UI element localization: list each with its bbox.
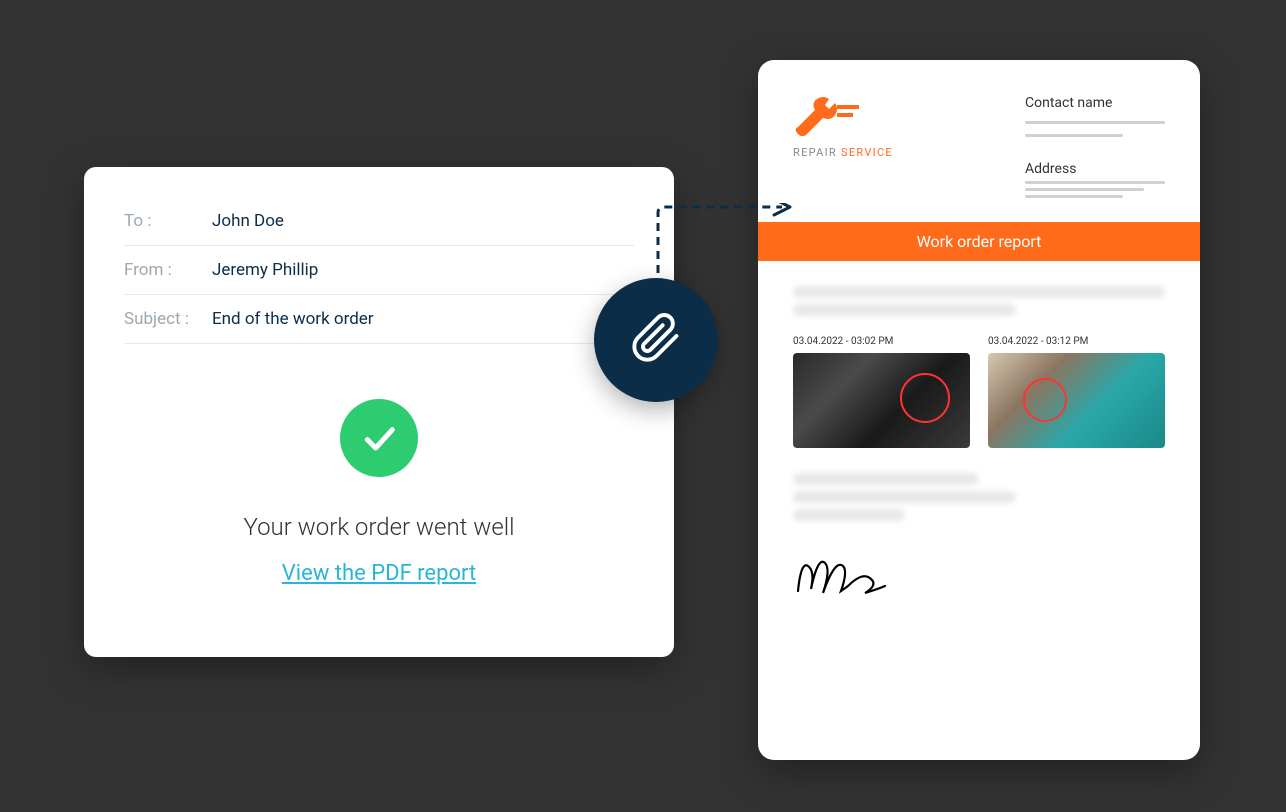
email-row-subject: Subject : End of the work order: [124, 295, 634, 344]
from-label: From :: [124, 260, 212, 280]
annotation-circle-icon: [900, 373, 950, 423]
email-row-to: To : John Doe: [124, 197, 634, 246]
engine-photo: [793, 353, 970, 448]
placeholder-line: [1025, 121, 1165, 124]
blurred-text: [793, 286, 1165, 298]
address-label: Address: [1025, 161, 1165, 177]
from-value: Jeremy Phillip: [212, 260, 318, 280]
logo-service: SERVICE: [837, 146, 893, 159]
logo-text: REPAIR SERVICE: [793, 146, 893, 159]
blurred-text: [793, 304, 1016, 316]
blurred-text: [793, 473, 979, 485]
signature-section: [793, 551, 1165, 605]
placeholder-line: [1025, 195, 1123, 198]
placeholder-line: [1025, 181, 1165, 184]
success-message: Your work order went well: [243, 513, 514, 541]
blurred-text: [793, 491, 1016, 503]
pump-photo: [988, 353, 1165, 448]
address-group: Address: [1025, 161, 1165, 202]
photo-timestamp-1: 03.04.2022 - 03:02 PM: [793, 336, 970, 347]
email-card: To : John Doe From : Jeremy Phillip Subj…: [84, 167, 674, 657]
to-value: John Doe: [212, 211, 284, 231]
success-check-icon: [340, 399, 418, 477]
blurred-text: [793, 509, 905, 521]
placeholder-line: [1025, 188, 1144, 191]
photos-section: 03.04.2022 - 03:02 PM 03.04.2022 - 03:12…: [793, 336, 1165, 448]
to-label: To :: [124, 211, 212, 231]
attachment-badge: [594, 278, 718, 402]
paperclip-icon: [630, 312, 682, 368]
report-card: REPAIR SERVICE Contact name Address Work…: [758, 60, 1200, 760]
logo-repair: REPAIR: [793, 146, 837, 159]
annotation-circle-icon: [1023, 378, 1067, 422]
photo-timestamp-2: 03.04.2022 - 03:12 PM: [988, 336, 1165, 347]
subject-label: Subject :: [124, 309, 212, 329]
report-header: REPAIR SERVICE Contact name Address: [758, 60, 1200, 222]
email-body: Your work order went well View the PDF r…: [124, 344, 634, 586]
email-row-from: From : Jeremy Phillip: [124, 246, 634, 295]
contact-name-label: Contact name: [1025, 95, 1165, 111]
logo-section: REPAIR SERVICE: [793, 95, 893, 159]
report-banner: Work order report: [758, 222, 1200, 261]
photo-block-2: 03.04.2022 - 03:12 PM: [988, 336, 1165, 448]
view-pdf-report-link[interactable]: View the PDF report: [282, 561, 476, 586]
photo-block-1: 03.04.2022 - 03:02 PM: [793, 336, 970, 448]
signature-icon: [793, 586, 893, 605]
placeholder-line: [1025, 134, 1123, 137]
report-body: 03.04.2022 - 03:02 PM 03.04.2022 - 03:12…: [758, 261, 1200, 630]
wrench-logo-icon: [793, 95, 893, 144]
subject-value: End of the work order: [212, 309, 374, 329]
contact-section: Contact name Address: [1025, 95, 1165, 202]
